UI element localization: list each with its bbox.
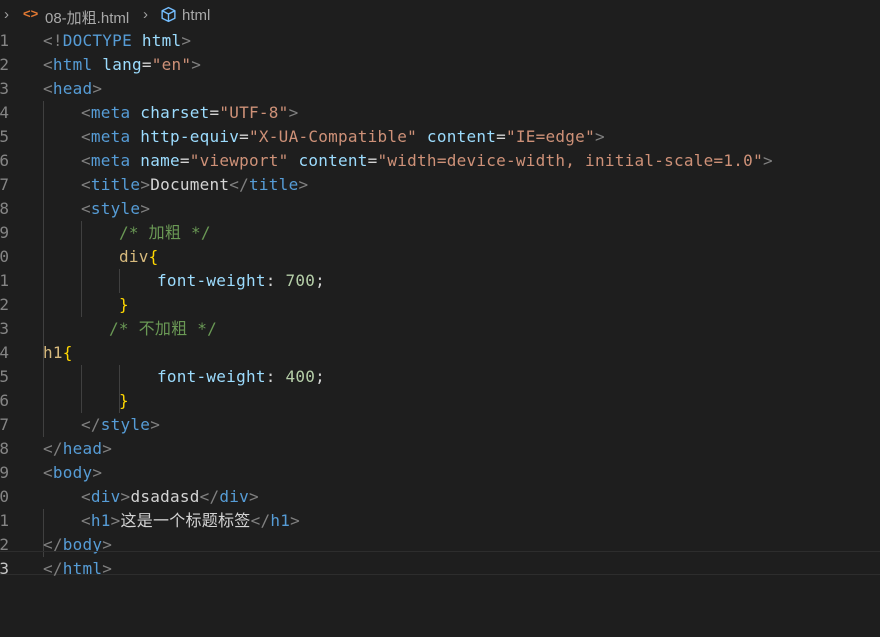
code-line[interactable]: 19 <body> — [0, 461, 880, 485]
cube-icon — [160, 6, 177, 27]
line-number: 15 — [0, 367, 9, 386]
line-number: 6 — [0, 151, 9, 170]
code-line[interactable]: 10 div{ — [0, 245, 880, 269]
code-line[interactable]: 20 <div>dsadasd</div> — [0, 485, 880, 509]
code-text: <!DOCTYPE html> — [43, 31, 192, 50]
code-text: <style> — [81, 199, 151, 218]
code-text: font-weight: 400; — [157, 367, 326, 386]
line-number: 7 — [0, 175, 9, 194]
code-line[interactable]: 6 <meta name="viewport" content="width=d… — [0, 149, 880, 173]
code-line[interactable]: 12 } — [0, 293, 880, 317]
code-line[interactable]: 21 <h1>这是一个标题标签</h1> — [0, 509, 880, 533]
code-line[interactable]: 16 } — [0, 389, 880, 413]
breadcrumb-chevron-icon[interactable]: › — [4, 6, 9, 23]
line-number: 18 — [0, 439, 9, 458]
line-number: 3 — [0, 79, 9, 98]
breadcrumb-symbol[interactable]: html — [182, 7, 210, 24]
line-number: 9 — [0, 223, 9, 242]
code-text: h1{ — [43, 343, 73, 362]
code-line[interactable]: 4 <meta charset="UTF-8"> — [0, 101, 880, 125]
line-number: 20 — [0, 487, 9, 506]
line-number: 2 — [0, 55, 9, 74]
line-number: 1 — [0, 31, 9, 50]
line-number: 16 — [0, 391, 9, 410]
code-line[interactable]: 17 </style> — [0, 413, 880, 437]
code-text: <head> — [43, 79, 103, 98]
line-number: 8 — [0, 199, 9, 218]
code-text: /* 不加粗 */ — [109, 319, 218, 338]
line-number: 10 — [0, 247, 9, 266]
line-number: 11 — [0, 271, 9, 290]
line-number: 4 — [0, 103, 9, 122]
code-text: </style> — [81, 415, 161, 434]
code-text: </head> — [43, 439, 113, 458]
code-text: <h1>这是一个标题标签</h1> — [81, 511, 300, 530]
code-text: </html> — [43, 559, 113, 578]
line-number: 19 — [0, 463, 9, 482]
code-line[interactable]: 9 /* 加粗 */ — [0, 221, 880, 245]
code-line[interactable]: 7 <title>Document</title> — [0, 173, 880, 197]
code-text: <title>Document</title> — [81, 175, 309, 194]
breadcrumb: › <> 08-加粗.html › html — [0, 0, 880, 32]
code-text: <meta http-equiv="X-UA-Compatible" conte… — [81, 127, 605, 146]
code-line[interactable]: 13 /* 不加粗 */ — [0, 317, 880, 341]
code-line[interactable]: 11 font-weight: 700; — [0, 269, 880, 293]
line-number: 5 — [0, 127, 9, 146]
code-text: <meta name="viewport" content="width=dev… — [81, 151, 773, 170]
code-text: <body> — [43, 463, 103, 482]
code-line[interactable]: 14 h1{ — [0, 341, 880, 365]
code-line[interactable]: 18 </head> — [0, 437, 880, 461]
code-text: } — [119, 295, 129, 314]
code-line[interactable]: 1 <!DOCTYPE html> — [0, 29, 880, 53]
code-text: } — [119, 391, 129, 410]
line-number: 17 — [0, 415, 9, 434]
code-line[interactable]: 8 <style> — [0, 197, 880, 221]
code-line[interactable]: 3 <head> — [0, 77, 880, 101]
line-number: 21 — [0, 511, 9, 530]
code-line[interactable]: 5 <meta http-equiv="X-UA-Compatible" con… — [0, 125, 880, 149]
code-line[interactable]: 15 font-weight: 400; — [0, 365, 880, 389]
code-text: font-weight: 700; — [157, 271, 326, 290]
breadcrumb-file[interactable]: 08-加粗.html — [45, 7, 129, 28]
code-line-current[interactable]: 23 </html> — [0, 551, 880, 578]
html-icon: <> — [23, 6, 39, 21]
code-text: /* 加粗 */ — [119, 223, 211, 242]
line-number: 23 — [0, 559, 9, 578]
code-text: <html lang="en"> — [43, 55, 202, 74]
line-number: 12 — [0, 295, 9, 314]
code-editor[interactable]: 1 <!DOCTYPE html> 2 <html lang="en"> 3 <… — [0, 29, 880, 637]
code-text: <meta charset="UTF-8"> — [81, 103, 299, 122]
line-number: 13 — [0, 319, 9, 338]
breadcrumb-separator-icon: › — [143, 6, 148, 23]
code-text: <div>dsadasd</div> — [81, 487, 259, 506]
code-text: div{ — [119, 247, 159, 266]
code-line[interactable]: 2 <html lang="en"> — [0, 53, 880, 77]
line-number: 14 — [0, 343, 9, 362]
